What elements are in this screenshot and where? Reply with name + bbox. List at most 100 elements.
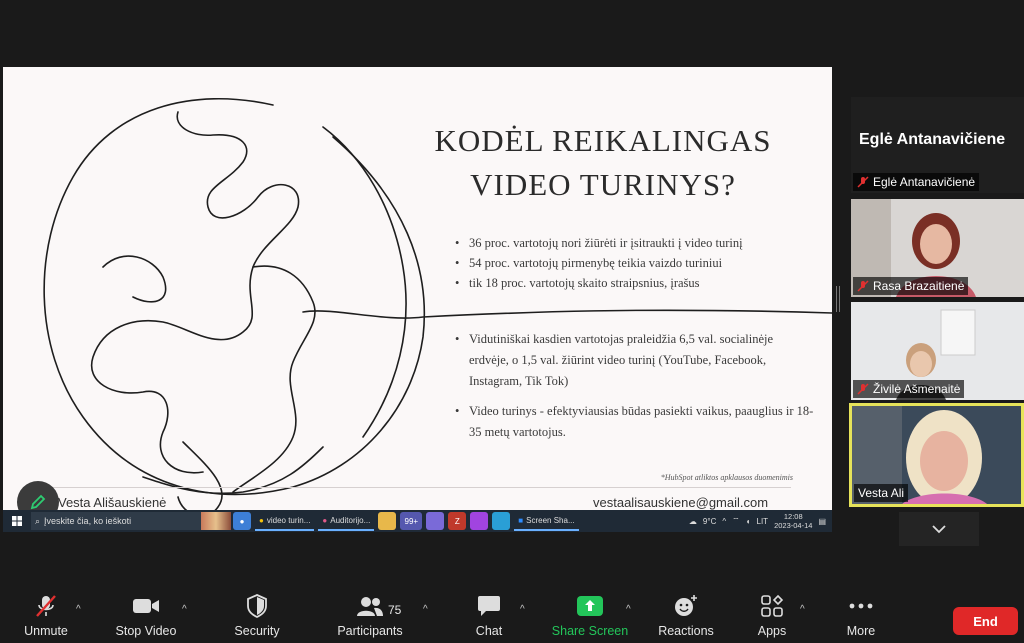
mic-muted-icon — [857, 383, 869, 395]
search-highlight-image — [201, 512, 231, 530]
meeting-toolbar: Unmute ^ Stop Video ^ Security Participa… — [0, 588, 1024, 643]
taskbar-app-label: Screen Sha... — [526, 515, 575, 525]
scroll-participants-down[interactable] — [899, 512, 979, 546]
participant-name: Živilė Ašmenaitė — [873, 382, 961, 396]
taskbar-app-label: video turin... — [266, 515, 311, 525]
slide-title-line1: KODĖL REIKALINGAS — [434, 123, 772, 158]
participant-tile[interactable]: Živilė Ašmenaitė — [851, 302, 1024, 400]
participant-big-name: Eglė Antanavičiene — [859, 131, 1006, 148]
folder-icon[interactable] — [378, 512, 397, 530]
smiley-plus-icon — [675, 595, 697, 616]
participants-options-caret[interactable]: ^ — [423, 604, 428, 615]
slide-divider — [43, 487, 791, 488]
video-options-caret[interactable]: ^ — [182, 604, 187, 615]
taskbar-app-screen-share[interactable]: ■ Screen Sha... — [514, 511, 579, 531]
bullet-item: Video turinys - efektyviausias būdas pas… — [455, 401, 815, 443]
participant-name-tag: Živilė Ašmenaitė — [853, 380, 965, 398]
apps-options-caret[interactable]: ^ — [800, 604, 805, 615]
shared-screen: KODĖL REIKALINGAS VIDEO TURINYS? 36 proc… — [3, 67, 832, 532]
mic-muted-icon — [36, 595, 56, 617]
windows-start-icon[interactable] — [3, 510, 31, 532]
participant-tile-active-speaker[interactable]: Eglė Antanavičiene Eglė Antanavičienė — [851, 97, 1024, 193]
system-tray: ☁ 9°C ^ ⌔ ◖ LIT 12:08 2023-04-14 ▤ — [689, 512, 832, 530]
zoom-icon: ■ — [518, 515, 524, 525]
more-button[interactable]: More — [821, 588, 901, 638]
chrome-icon[interactable]: ● — [233, 512, 251, 530]
stop-video-label: Stop Video — [115, 624, 177, 638]
stop-video-button[interactable]: Stop Video — [106, 588, 186, 638]
security-label: Security — [234, 624, 280, 638]
unmute-button[interactable]: Unmute — [6, 588, 86, 638]
participant-name-tag: Eglė Antanavičienė — [853, 173, 980, 191]
teams-icon[interactable]: 99+ — [400, 512, 423, 530]
chat-button[interactable]: Chat — [449, 588, 529, 638]
more-label: More — [846, 624, 876, 638]
taskbar-search-placeholder: Įveskite čia, ko ieškoti — [44, 516, 132, 526]
participant-name-tag: Rasa Brazaitienė — [853, 277, 969, 295]
bullet-item: 54 proc. vartotojų pirmenybę teikia vaiz… — [455, 253, 825, 273]
lang-indicator[interactable]: LIT — [757, 517, 769, 526]
chat-label: Chat — [475, 624, 503, 638]
taskbar-clock[interactable]: 12:08 2023-04-14 — [774, 512, 812, 530]
chat-options-caret[interactable]: ^ — [520, 604, 525, 615]
telegram-icon[interactable] — [492, 512, 511, 530]
clock-date: 2023-04-14 — [774, 521, 813, 530]
apps-icon — [761, 594, 784, 617]
windows-taskbar: ⌕ Įveskite čia, ko ieškoti ● ● video tur… — [3, 510, 832, 532]
word-icon[interactable] — [426, 512, 445, 530]
participant-tile-speaking[interactable]: Vesta Ali — [849, 403, 1024, 507]
share-options-caret[interactable]: ^ — [626, 604, 631, 615]
chevron-down-icon — [932, 525, 946, 534]
weather-icon: ☁ — [688, 516, 697, 526]
reactions-label: Reactions — [658, 624, 714, 638]
pen-icon — [30, 494, 46, 510]
people-icon — [357, 597, 383, 616]
participant-name: Rasa Brazaitienė — [873, 279, 965, 293]
volume-icon: ◖ — [745, 516, 751, 526]
resize-handle[interactable] — [836, 286, 842, 312]
slide-title-line2: VIDEO TURINYS? — [470, 167, 736, 202]
slide-presenter-email: vestaalisauskiene@gmail.com — [593, 495, 769, 510]
filezilla-icon[interactable]: Z — [448, 512, 467, 530]
messenger-icon[interactable] — [470, 512, 489, 530]
taskbar-app-label: Auditorijo... — [330, 515, 371, 525]
bullet-item: tik 18 proc. vartotojų skaito straipsniu… — [455, 273, 825, 293]
audio-options-caret[interactable]: ^ — [76, 604, 81, 615]
slide-title: KODĖL REIKALINGAS VIDEO TURINYS? — [393, 119, 813, 207]
unmute-label: Unmute — [24, 624, 68, 638]
taskbar-app-video[interactable]: ● video turin... — [255, 511, 315, 531]
tray-chevron-icon[interactable]: ^ — [722, 517, 726, 526]
mic-muted-icon — [857, 176, 869, 188]
participants-count: 75 — [388, 603, 402, 617]
bullet-list-bottom: Vidutiniškai kasdien vartotojas praleidž… — [455, 329, 815, 452]
end-meeting-button[interactable]: End — [953, 607, 1018, 635]
bullet-list-top: 36 proc. vartotojų nori žiūrėti ir įsitr… — [455, 233, 825, 293]
reactions-button[interactable]: Reactions — [646, 588, 726, 638]
participant-name-tag: Vesta Ali — [854, 484, 909, 502]
bullet-item: 36 proc. vartotojų nori žiūrėti ir įsitr… — [455, 233, 825, 253]
apps-label: Apps — [757, 624, 787, 638]
taskbar-app-auditorija[interactable]: ● Auditorijo... — [318, 511, 375, 531]
participants-label: Participants — [337, 624, 403, 638]
video-camera-icon — [133, 599, 159, 613]
participant-name: Eglė Antanavičienė — [873, 175, 976, 189]
participant-name: Vesta Ali — [858, 486, 905, 500]
notification-icon[interactable]: ▤ — [818, 517, 826, 526]
more-dots-icon — [849, 603, 873, 609]
share-screen-icon — [577, 596, 603, 616]
app-icon: ● — [322, 515, 328, 525]
slide-footnote: *HubSpot atliktos apklausos duomenimis — [660, 473, 793, 482]
share-screen-button[interactable]: Share Screen — [550, 588, 630, 638]
wifi-icon: ⌔ — [732, 516, 740, 525]
taskbar-search[interactable]: ⌕ Įveskite čia, ko ieškoti — [31, 512, 201, 530]
weather-temp: 9°C — [702, 516, 717, 526]
participant-tile[interactable]: Rasa Brazaitienė — [851, 199, 1024, 297]
mic-muted-icon — [857, 280, 869, 292]
security-button[interactable]: Security — [217, 588, 297, 638]
clock-time: 12:08 — [783, 512, 803, 521]
bullet-item: Vidutiniškai kasdien vartotojas praleidž… — [455, 329, 815, 392]
chrome-icon: ● — [259, 515, 264, 525]
slide-presenter-name: Vesta Ališauskienė — [58, 495, 167, 510]
chat-bubble-icon — [478, 596, 500, 616]
search-icon: ⌕ — [35, 515, 41, 526]
